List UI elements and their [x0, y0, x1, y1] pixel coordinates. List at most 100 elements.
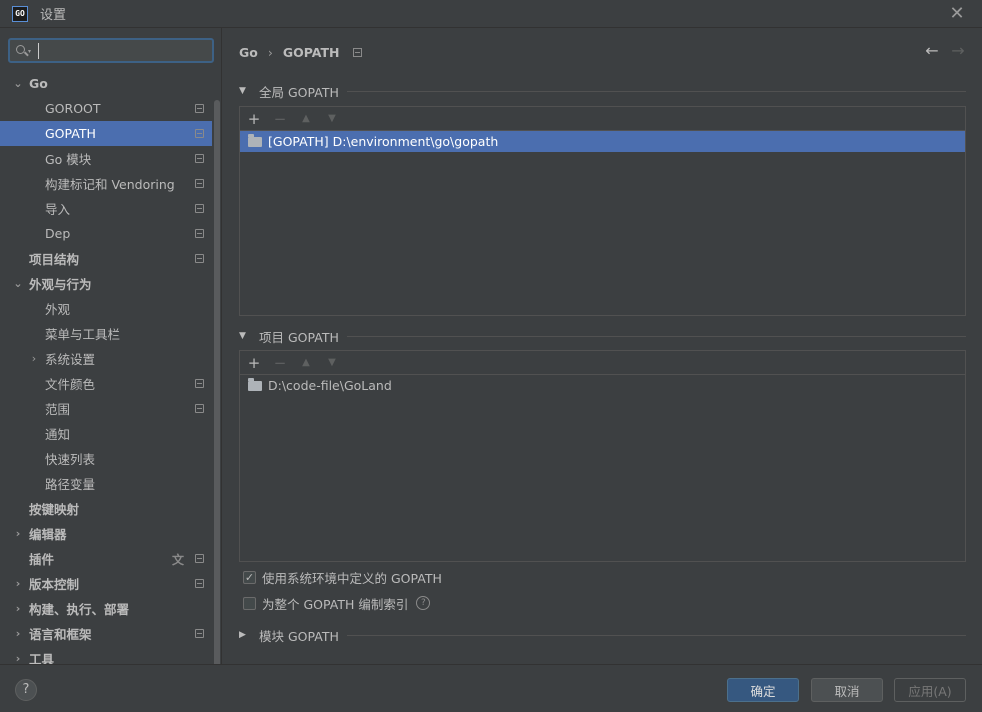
- project-settings-icon: [195, 229, 204, 238]
- global-gopath-header[interactable]: ▼ 全局 GOPATH: [239, 83, 966, 100]
- chevron-right-icon[interactable]: ›: [13, 602, 23, 615]
- remove-icon[interactable]: −: [272, 110, 288, 128]
- sidebar-item[interactable]: › 工具: [0, 646, 212, 664]
- project-settings-icon: [195, 154, 204, 163]
- breadcrumb-current: GOPATH: [282, 44, 340, 60]
- move-up-icon[interactable]: ▲: [298, 357, 314, 368]
- use-system-gopath-label[interactable]: 使用系统环境中定义的 GOPATH: [262, 568, 442, 587]
- sidebar-item[interactable]: 项目结构: [0, 246, 212, 271]
- apply-button[interactable]: 应用(A): [894, 678, 966, 702]
- project-settings-icon: [195, 404, 204, 413]
- sidebar-item-label: 插件: [29, 552, 55, 567]
- sidebar-item[interactable]: GOROOT: [0, 96, 212, 121]
- add-icon[interactable]: +: [246, 110, 262, 128]
- sidebar-item[interactable]: 插件 文: [0, 546, 212, 571]
- project-gopath-header[interactable]: ▼ 项目 GOPATH: [239, 328, 966, 345]
- sidebar-item[interactable]: 路径变量: [0, 471, 212, 496]
- help-icon[interactable]: ?: [416, 596, 431, 610]
- sidebar-item[interactable]: GOPATH: [0, 121, 212, 146]
- sidebar-scrollbar[interactable]: [214, 100, 220, 664]
- sidebar-item[interactable]: 外观: [0, 296, 212, 321]
- sidebar-item[interactable]: Go 模块: [0, 146, 212, 171]
- module-gopath-header[interactable]: ▶ 模块 GOPATH: [239, 627, 966, 644]
- chevron-down-icon[interactable]: ⌄: [13, 77, 23, 90]
- folder-icon: [248, 133, 262, 147]
- move-down-icon[interactable]: ▼: [324, 357, 340, 368]
- project-settings-icon: [195, 204, 204, 213]
- chevron-right-icon[interactable]: ›: [13, 527, 23, 540]
- move-down-icon[interactable]: ▼: [324, 113, 340, 124]
- index-gopath-label[interactable]: 为整个 GOPATH 编制索引: [262, 594, 408, 613]
- help-button[interactable]: ?: [15, 679, 37, 701]
- goland-app-icon: GO: [12, 5, 28, 22]
- sidebar-item-label: 外观: [45, 302, 71, 317]
- gopath-entry: [GOPATH] D:\environment\go\gopath: [268, 134, 499, 149]
- section-divider: [346, 634, 966, 636]
- sidebar-item-label: 通知: [45, 427, 71, 442]
- sidebar-item[interactable]: 范围: [0, 396, 212, 421]
- remove-icon[interactable]: −: [272, 354, 288, 372]
- sidebar-item[interactable]: › 版本控制: [0, 571, 212, 596]
- global-gopath-toolbar: + − ▲ ▼: [240, 107, 965, 131]
- project-settings-icon: [195, 579, 204, 588]
- section-divider: [346, 90, 966, 92]
- chevron-down-icon[interactable]: ⌄: [13, 277, 23, 290]
- sidebar-item[interactable]: › 编辑器: [0, 521, 212, 546]
- use-system-gopath-checkbox[interactable]: ✓: [243, 570, 256, 584]
- history-navigation: ← →: [924, 41, 966, 60]
- settings-search[interactable]: ▾: [8, 38, 214, 63]
- list-item[interactable]: D:\code-file\GoLand: [240, 375, 965, 396]
- index-gopath-option[interactable]: 为整个 GOPATH 编制索引 ?: [243, 594, 431, 613]
- index-gopath-checkbox[interactable]: [243, 596, 256, 610]
- settings-sidebar: ▾ ⌄ Go GOROOT GOPATH Go 模块 构建标记和 Vendoring 导入 D…: [0, 28, 222, 664]
- sidebar-item[interactable]: 通知: [0, 421, 212, 446]
- module-gopath-title: 模块 GOPATH: [259, 628, 339, 644]
- sidebar-item-label: 文件颜色: [45, 377, 96, 392]
- sidebar-item[interactable]: 导入: [0, 196, 212, 221]
- sidebar-item[interactable]: 快速列表: [0, 446, 212, 471]
- forward-arrow-icon[interactable]: →: [950, 41, 966, 60]
- chevron-right-icon[interactable]: ›: [29, 352, 39, 365]
- global-gopath-title: 全局 GOPATH: [259, 84, 339, 100]
- project-settings-icon: [195, 379, 204, 388]
- sidebar-item-label: 外观与行为: [29, 277, 92, 292]
- sidebar-item[interactable]: Dep: [0, 221, 212, 246]
- search-icon[interactable]: ▾: [16, 44, 32, 58]
- chevron-right-icon[interactable]: ›: [13, 627, 23, 640]
- chevron-right-icon[interactable]: ›: [13, 652, 23, 664]
- translate-icon: 文: [171, 553, 184, 567]
- search-input[interactable]: [38, 42, 208, 59]
- sidebar-item-label: 快速列表: [45, 452, 96, 467]
- list-item[interactable]: [GOPATH] D:\environment\go\gopath: [240, 131, 965, 152]
- add-icon[interactable]: +: [246, 354, 262, 372]
- sidebar-item[interactable]: 按键映射: [0, 496, 212, 521]
- sidebar-item[interactable]: › 系统设置: [0, 346, 212, 371]
- move-up-icon[interactable]: ▲: [298, 113, 314, 124]
- project-settings-icon: [195, 104, 204, 113]
- sidebar-item[interactable]: › 语言和框架: [0, 621, 212, 646]
- sidebar-item-label: 系统设置: [45, 352, 96, 367]
- folder-icon: [248, 377, 262, 391]
- sidebar-item[interactable]: ⌄ Go: [0, 71, 212, 96]
- sidebar-item-label: Go: [29, 76, 48, 91]
- use-system-gopath-option[interactable]: ✓ 使用系统环境中定义的 GOPATH: [243, 568, 442, 586]
- settings-content: Go › GOPATH ← → ▼ 全局 GOPATH + − ▲ ▼ [GOP…: [223, 28, 982, 664]
- sidebar-item-label: 构建、执行、部署: [29, 602, 130, 617]
- sidebar-item-label: 导入: [45, 202, 71, 217]
- ok-button[interactable]: 确定: [727, 678, 799, 702]
- project-gopath-title: 项目 GOPATH: [259, 329, 339, 345]
- chevron-right-icon[interactable]: ›: [13, 577, 23, 590]
- sidebar-item[interactable]: 构建标记和 Vendoring: [0, 171, 212, 196]
- sidebar-item[interactable]: 文件颜色: [0, 371, 212, 396]
- close-icon[interactable]: ✕: [948, 5, 966, 23]
- cancel-button[interactable]: 取消: [811, 678, 883, 702]
- sidebar-item[interactable]: ⌄ 外观与行为: [0, 271, 212, 296]
- sidebar-item-label: 编辑器: [29, 527, 67, 542]
- sidebar-item-label: GOROOT: [45, 101, 101, 116]
- back-arrow-icon[interactable]: ←: [924, 41, 940, 60]
- sidebar-item[interactable]: › 构建、执行、部署: [0, 596, 212, 621]
- project-settings-icon: [195, 629, 204, 638]
- sidebar-item[interactable]: 菜单与工具栏: [0, 321, 212, 346]
- breadcrumb-parent[interactable]: Go: [239, 45, 258, 60]
- project-settings-icon: [195, 129, 204, 138]
